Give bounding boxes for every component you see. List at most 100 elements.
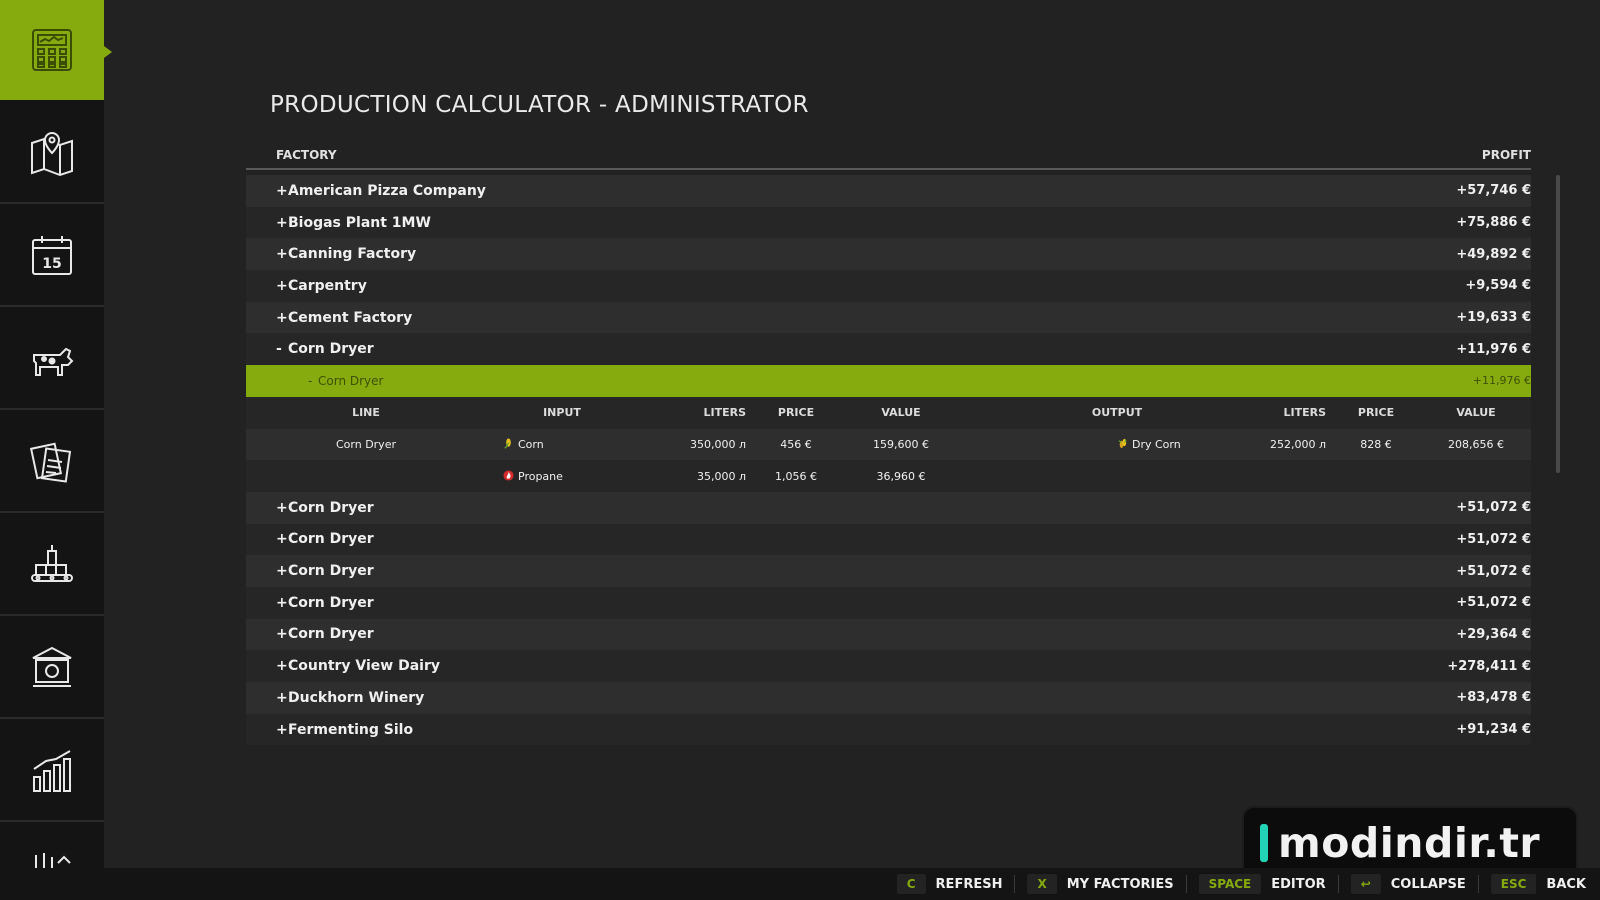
bank-icon: [32, 646, 72, 687]
hint-label: REFRESH: [935, 876, 1003, 892]
factory-row[interactable]: + Country View Dairy +278,411 €: [246, 650, 1531, 682]
factory-row[interactable]: + Corn Dryer +51,072 €: [246, 555, 1531, 587]
factory-row[interactable]: + Duckhorn Winery +83,478 €: [246, 682, 1531, 714]
factory-profit: +51,072 €: [1456, 531, 1531, 547]
collapse-toggle[interactable]: -: [308, 374, 318, 388]
expand-toggle[interactable]: +: [276, 500, 288, 516]
hint-refresh[interactable]: C REFRESH: [896, 872, 1003, 896]
factory-name: Carpentry: [288, 277, 367, 294]
hint-label: BACK: [1546, 876, 1586, 892]
detail-input-liters: 350,000 л: [689, 437, 746, 451]
expand-toggle[interactable]: +: [276, 722, 288, 738]
factory-row-expanded[interactable]: - Corn Dryer +11,976 €: [246, 333, 1531, 366]
factory-row[interactable]: + Cement Factory +19,633 €: [246, 301, 1531, 334]
detail-input-value: 36,960 €: [876, 469, 926, 483]
sidebar-item-contracts[interactable]: [0, 413, 104, 513]
factory-row[interactable]: + Fermenting Silo +91,234 €: [246, 713, 1531, 746]
factory-row[interactable]: + American Pizza Company +57,746 €: [246, 175, 1531, 207]
factory-profit: +49,892 €: [1456, 246, 1531, 262]
map-icon: [31, 131, 73, 177]
expand-toggle[interactable]: +: [276, 595, 288, 611]
factory-profit: +57,746 €: [1456, 183, 1531, 199]
sidebar-item-animals[interactable]: [0, 310, 104, 410]
factory-name: Corn Dryer: [288, 531, 374, 548]
factory-row[interactable]: + Biogas Plant 1MW +75,886 €: [246, 206, 1531, 239]
detail-input: Propane: [503, 470, 563, 483]
detail-row: Propane 35,000 л 1,056 € 36,960 €: [246, 460, 1531, 492]
detail-input-liters: 35,000 л: [696, 469, 746, 483]
hint-label: MY FACTORIES: [1066, 876, 1174, 892]
detail-output-liters: 252,000 л: [1269, 437, 1326, 451]
factory-row[interactable]: + Corn Dryer +51,072 €: [246, 586, 1531, 619]
sidebar-item-calculator[interactable]: [0, 0, 112, 100]
col-input-price: PRICE: [777, 406, 815, 420]
corn-icon: [504, 438, 511, 449]
factory-profit: +11,976 €: [1456, 341, 1531, 357]
table-header: FACTORY PROFIT: [246, 144, 1531, 170]
key-badge: ESC: [1490, 874, 1537, 894]
detail-row: Corn Dryer Corn 350,000 л 456 € 159,600 …: [246, 428, 1531, 461]
col-output-liters: LITERS: [1283, 406, 1326, 420]
sidebar: 15: [0, 0, 112, 869]
expand-toggle[interactable]: +: [276, 278, 288, 294]
expand-toggle[interactable]: +: [276, 563, 288, 579]
page-title: PRODUCTION CALCULATOR - ADMINISTRATOR: [270, 92, 809, 118]
col-input: INPUT: [543, 406, 581, 420]
expand-toggle[interactable]: +: [276, 246, 288, 262]
hint-my-factories[interactable]: X MY FACTORIES: [1027, 872, 1174, 896]
sidebar-item-production[interactable]: [0, 516, 104, 616]
header-profit: PROFIT: [1481, 148, 1531, 162]
statistics-icon: [33, 750, 71, 792]
hint-label: COLLAPSE: [1390, 876, 1466, 892]
sidebar-item-calendar[interactable]: 15: [0, 207, 104, 307]
detail-input-value: 159,600 €: [873, 437, 929, 451]
collapse-toggle[interactable]: -: [276, 341, 288, 357]
detail-output-value: 208,656 €: [1448, 437, 1504, 451]
calendar-icon: 15: [32, 236, 72, 275]
detail-input-name: Propane: [518, 469, 563, 483]
factory-row[interactable]: + Corn Dryer +51,072 €: [246, 491, 1531, 524]
factory-row[interactable]: + Corn Dryer +51,072 €: [246, 523, 1531, 556]
key-badge: C: [896, 874, 926, 894]
divider: [1477, 875, 1479, 893]
dry-corn-icon: [1118, 438, 1127, 448]
col-output-price: PRICE: [1357, 406, 1395, 420]
sidebar-item-finances[interactable]: [0, 619, 104, 719]
hint-editor[interactable]: SPACE EDITOR: [1198, 872, 1326, 896]
divider: [1014, 875, 1016, 893]
factory-name: Corn Dryer: [288, 594, 374, 611]
expand-toggle[interactable]: +: [276, 215, 288, 231]
factory-row[interactable]: + Carpentry +9,594 €: [246, 270, 1531, 302]
list-scrollbar[interactable]: [1556, 175, 1560, 473]
divider: [1185, 875, 1187, 893]
hint-collapse[interactable]: ↩ COLLAPSE: [1350, 872, 1466, 896]
factory-name: Corn Dryer: [288, 499, 374, 516]
factory-name: Cement Factory: [288, 309, 413, 326]
sidebar-item-map[interactable]: [0, 104, 104, 204]
production-line-row-selected[interactable]: - Corn Dryer +11,976 €: [246, 365, 1531, 397]
factory-row[interactable]: + Corn Dryer +29,364 €: [246, 618, 1531, 651]
hint-back[interactable]: ESC BACK: [1490, 872, 1586, 896]
factory-name: Country View Dairy: [288, 658, 441, 675]
detail-header-row: LINE INPUT LITERS PRICE VALUE OUTPUT LIT…: [246, 396, 1531, 429]
production-line-profit: +11,976 €: [1472, 374, 1531, 388]
col-output: OUTPUT: [1091, 406, 1143, 420]
expand-toggle[interactable]: +: [276, 531, 288, 547]
expand-toggle[interactable]: +: [276, 658, 288, 674]
factory-profit: +29,364 €: [1456, 626, 1531, 642]
production-icon: [31, 545, 73, 582]
expand-toggle[interactable]: +: [276, 310, 288, 326]
svg-text:15: 15: [42, 256, 61, 272]
factory-row[interactable]: + Canning Factory +49,892 €: [246, 238, 1531, 271]
expand-toggle[interactable]: +: [276, 690, 288, 706]
calculator-icon: [32, 29, 72, 71]
factory-name: Corn Dryer: [288, 563, 374, 580]
sidebar-item-statistics[interactable]: [0, 722, 104, 822]
expand-toggle[interactable]: +: [276, 183, 288, 199]
enter-key-icon: ↩: [1350, 874, 1381, 894]
factory-name: Canning Factory: [288, 246, 417, 263]
factory-profit: +91,234 €: [1456, 722, 1531, 738]
header-factory: FACTORY: [276, 148, 337, 162]
factory-profit: +19,633 €: [1456, 310, 1531, 326]
expand-toggle[interactable]: +: [276, 626, 288, 642]
